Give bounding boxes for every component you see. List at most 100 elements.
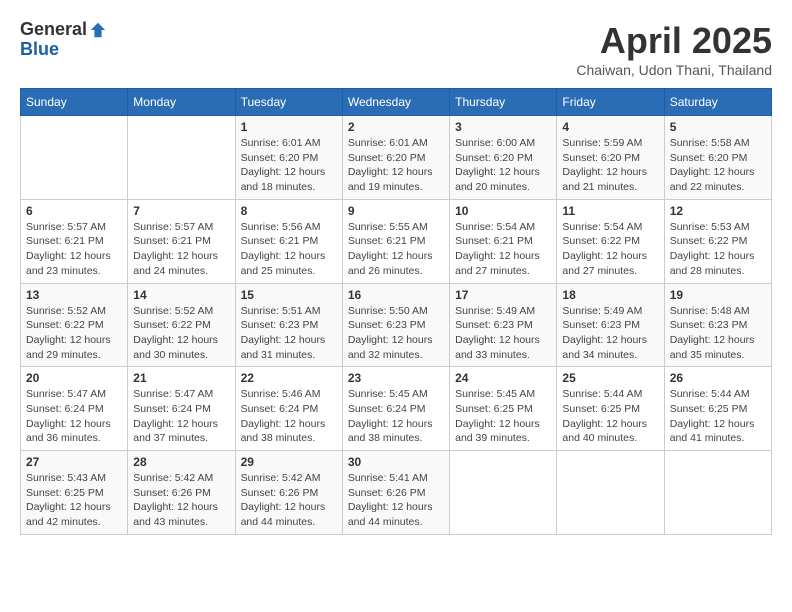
day-info: Sunrise: 5:42 AM Sunset: 6:26 PM Dayligh…: [241, 471, 337, 530]
calendar-day-cell: 13 Sunrise: 5:52 AM Sunset: 6:22 PM Dayli…: [21, 283, 128, 367]
day-number: 18: [562, 288, 658, 302]
calendar-week-row: 20 Sunrise: 5:47 AM Sunset: 6:24 PM Dayli…: [21, 367, 772, 451]
day-number: 19: [670, 288, 766, 302]
calendar-day-cell: 21 Sunrise: 5:47 AM Sunset: 6:24 PM Dayli…: [128, 367, 235, 451]
logo-icon: [89, 21, 107, 39]
day-info: Sunrise: 5:43 AM Sunset: 6:25 PM Dayligh…: [26, 471, 122, 530]
day-info: Sunrise: 5:54 AM Sunset: 6:22 PM Dayligh…: [562, 220, 658, 279]
calendar-week-row: 6 Sunrise: 5:57 AM Sunset: 6:21 PM Daylig…: [21, 199, 772, 283]
day-info: Sunrise: 5:57 AM Sunset: 6:21 PM Dayligh…: [133, 220, 229, 279]
day-info: Sunrise: 5:41 AM Sunset: 6:26 PM Dayligh…: [348, 471, 444, 530]
day-number: 15: [241, 288, 337, 302]
calendar-day-cell: [128, 116, 235, 200]
day-number: 4: [562, 120, 658, 134]
day-info: Sunrise: 5:49 AM Sunset: 6:23 PM Dayligh…: [562, 304, 658, 363]
day-info: Sunrise: 5:45 AM Sunset: 6:25 PM Dayligh…: [455, 387, 551, 446]
day-number: 27: [26, 455, 122, 469]
day-number: 24: [455, 371, 551, 385]
day-number: 13: [26, 288, 122, 302]
day-info: Sunrise: 5:52 AM Sunset: 6:22 PM Dayligh…: [133, 304, 229, 363]
calendar-day-cell: 24 Sunrise: 5:45 AM Sunset: 6:25 PM Dayli…: [450, 367, 557, 451]
calendar-day-cell: 9Sunrise: 5:55 AM Sunset: 6:21 PM Daylig…: [342, 199, 449, 283]
day-number: 3: [455, 120, 551, 134]
calendar-day-cell: 17Sunrise: 5:49 AM Sunset: 6:23 PM Dayli…: [450, 283, 557, 367]
day-info: Sunrise: 6:01 AM Sunset: 6:20 PM Dayligh…: [348, 136, 444, 195]
logo-general-text: General: [20, 20, 87, 40]
day-number: 10: [455, 204, 551, 218]
day-info: Sunrise: 5:44 AM Sunset: 6:25 PM Dayligh…: [562, 387, 658, 446]
day-info: Sunrise: 5:49 AM Sunset: 6:23 PM Dayligh…: [455, 304, 551, 363]
day-number: 30: [348, 455, 444, 469]
day-info: Sunrise: 5:46 AM Sunset: 6:24 PM Dayligh…: [241, 387, 337, 446]
calendar-day-cell: 26 Sunrise: 5:44 AM Sunset: 6:25 PM Dayli…: [664, 367, 771, 451]
day-number: 6: [26, 204, 122, 218]
weekday-header-cell: Friday: [557, 89, 664, 116]
day-info: Sunrise: 5:48 AM Sunset: 6:23 PM Dayligh…: [670, 304, 766, 363]
logo-blue-text: Blue: [20, 40, 107, 60]
calendar-day-cell: 11 Sunrise: 5:54 AM Sunset: 6:22 PM Dayli…: [557, 199, 664, 283]
calendar-day-cell: 25Sunrise: 5:44 AM Sunset: 6:25 PM Dayli…: [557, 367, 664, 451]
weekday-header-cell: Sunday: [21, 89, 128, 116]
logo: General Blue: [20, 20, 107, 60]
day-info: Sunrise: 5:56 AM Sunset: 6:21 PM Dayligh…: [241, 220, 337, 279]
day-info: Sunrise: 6:00 AM Sunset: 6:20 PM Dayligh…: [455, 136, 551, 195]
calendar-day-cell: 12 Sunrise: 5:53 AM Sunset: 6:22 PM Dayli…: [664, 199, 771, 283]
day-number: 11: [562, 204, 658, 218]
month-title: April 2025: [576, 20, 772, 62]
day-number: 12: [670, 204, 766, 218]
calendar-day-cell: 1Sunrise: 6:01 AM Sunset: 6:20 PM Daylig…: [235, 116, 342, 200]
day-number: 29: [241, 455, 337, 469]
day-number: 5: [670, 120, 766, 134]
calendar-day-cell: 18 Sunrise: 5:49 AM Sunset: 6:23 PM Dayli…: [557, 283, 664, 367]
calendar-day-cell: 19 Sunrise: 5:48 AM Sunset: 6:23 PM Dayli…: [664, 283, 771, 367]
calendar-day-cell: 23Sunrise: 5:45 AM Sunset: 6:24 PM Dayli…: [342, 367, 449, 451]
calendar-week-row: 1Sunrise: 6:01 AM Sunset: 6:20 PM Daylig…: [21, 116, 772, 200]
weekday-header-cell: Monday: [128, 89, 235, 116]
day-number: 14: [133, 288, 229, 302]
day-info: Sunrise: 5:44 AM Sunset: 6:25 PM Dayligh…: [670, 387, 766, 446]
day-number: 28: [133, 455, 229, 469]
day-info: Sunrise: 5:51 AM Sunset: 6:23 PM Dayligh…: [241, 304, 337, 363]
day-info: Sunrise: 5:57 AM Sunset: 6:21 PM Dayligh…: [26, 220, 122, 279]
calendar-day-cell: 30 Sunrise: 5:41 AM Sunset: 6:26 PM Dayli…: [342, 451, 449, 535]
calendar-week-row: 13 Sunrise: 5:52 AM Sunset: 6:22 PM Dayli…: [21, 283, 772, 367]
calendar-day-cell: 3 Sunrise: 6:00 AM Sunset: 6:20 PM Daylig…: [450, 116, 557, 200]
calendar-day-cell: [664, 451, 771, 535]
calendar-day-cell: 29 Sunrise: 5:42 AM Sunset: 6:26 PM Dayli…: [235, 451, 342, 535]
calendar-day-cell: 4 Sunrise: 5:59 AM Sunset: 6:20 PM Daylig…: [557, 116, 664, 200]
page-header: General Blue April 2025 Chaiwan, Udon Th…: [20, 20, 772, 78]
calendar-body: 1Sunrise: 6:01 AM Sunset: 6:20 PM Daylig…: [21, 116, 772, 535]
title-block: April 2025 Chaiwan, Udon Thani, Thailand: [576, 20, 772, 78]
day-number: 21: [133, 371, 229, 385]
day-info: Sunrise: 5:52 AM Sunset: 6:22 PM Dayligh…: [26, 304, 122, 363]
calendar-day-cell: 6 Sunrise: 5:57 AM Sunset: 6:21 PM Daylig…: [21, 199, 128, 283]
day-number: 22: [241, 371, 337, 385]
calendar-day-cell: 14 Sunrise: 5:52 AM Sunset: 6:22 PM Dayli…: [128, 283, 235, 367]
calendar-day-cell: 22 Sunrise: 5:46 AM Sunset: 6:24 PM Dayli…: [235, 367, 342, 451]
calendar-day-cell: 20Sunrise: 5:47 AM Sunset: 6:24 PM Dayli…: [21, 367, 128, 451]
day-info: Sunrise: 5:47 AM Sunset: 6:24 PM Dayligh…: [133, 387, 229, 446]
day-number: 26: [670, 371, 766, 385]
weekday-header-cell: Saturday: [664, 89, 771, 116]
calendar-day-cell: 27 Sunrise: 5:43 AM Sunset: 6:25 PM Dayli…: [21, 451, 128, 535]
calendar-day-cell: 28 Sunrise: 5:42 AM Sunset: 6:26 PM Dayli…: [128, 451, 235, 535]
day-number: 2: [348, 120, 444, 134]
day-info: Sunrise: 5:59 AM Sunset: 6:20 PM Dayligh…: [562, 136, 658, 195]
day-info: Sunrise: 5:53 AM Sunset: 6:22 PM Dayligh…: [670, 220, 766, 279]
day-info: Sunrise: 5:42 AM Sunset: 6:26 PM Dayligh…: [133, 471, 229, 530]
calendar-day-cell: 5 Sunrise: 5:58 AM Sunset: 6:20 PM Daylig…: [664, 116, 771, 200]
calendar-week-row: 27 Sunrise: 5:43 AM Sunset: 6:25 PM Dayli…: [21, 451, 772, 535]
day-info: Sunrise: 5:58 AM Sunset: 6:20 PM Dayligh…: [670, 136, 766, 195]
day-number: 20: [26, 371, 122, 385]
day-info: Sunrise: 5:50 AM Sunset: 6:23 PM Dayligh…: [348, 304, 444, 363]
day-info: Sunrise: 5:45 AM Sunset: 6:24 PM Dayligh…: [348, 387, 444, 446]
weekday-header-cell: Thursday: [450, 89, 557, 116]
day-info: Sunrise: 5:55 AM Sunset: 6:21 PM Dayligh…: [348, 220, 444, 279]
calendar-day-cell: 8Sunrise: 5:56 AM Sunset: 6:21 PM Daylig…: [235, 199, 342, 283]
calendar-day-cell: [557, 451, 664, 535]
weekday-header-cell: Wednesday: [342, 89, 449, 116]
calendar-table: SundayMondayTuesdayWednesdayThursdayFrid…: [20, 88, 772, 535]
day-info: Sunrise: 5:54 AM Sunset: 6:21 PM Dayligh…: [455, 220, 551, 279]
weekday-header-row: SundayMondayTuesdayWednesdayThursdayFrid…: [21, 89, 772, 116]
calendar-day-cell: 15 Sunrise: 5:51 AM Sunset: 6:23 PM Dayli…: [235, 283, 342, 367]
